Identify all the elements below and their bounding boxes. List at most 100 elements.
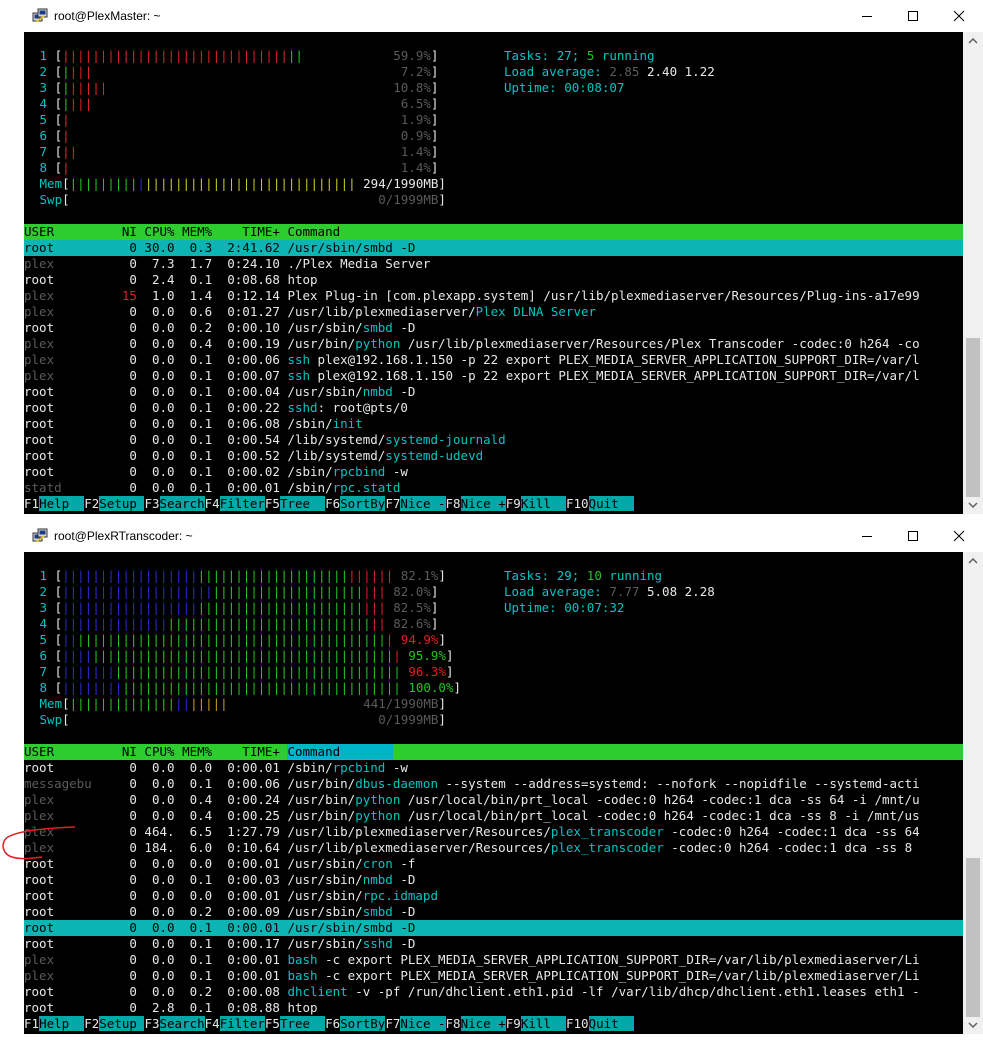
process-row[interactable]: root 0 0.0 0.1 0:00.17 /usr/sbin/sshd -D xyxy=(24,936,415,952)
scrollbar[interactable] xyxy=(963,552,983,1034)
process-row[interactable]: plex 0 0.0 0.4 0:00.24 /usr/bin/python /… xyxy=(24,792,920,808)
column-header-row[interactable]: USER NI CPU% MEM% TIME+ Command xyxy=(24,744,393,760)
fkey-f8[interactable]: F8Nice + xyxy=(446,496,506,511)
process-row[interactable]: root 0 0.0 0.0 0:00.01 /sbin/rpcbind -w xyxy=(24,760,408,776)
tasks-stat: Tasks: 29; 10 running xyxy=(504,568,662,584)
process-command: /usr/bin/ xyxy=(287,776,356,791)
close-button[interactable] xyxy=(936,0,982,32)
process-row[interactable]: plex 0 0.0 0.1 0:00.06 ssh plex@192.168.… xyxy=(24,352,920,368)
close-button[interactable] xyxy=(936,520,982,552)
minimize-button[interactable] xyxy=(844,520,890,552)
process-command: ./Plex Media Server xyxy=(287,256,431,271)
cpu-meter-7: 7 [|| 1.4%] xyxy=(32,144,439,160)
fkey-f9[interactable]: F9Kill xyxy=(506,496,566,511)
maximize-button[interactable] xyxy=(890,0,936,32)
scroll-down-button[interactable] xyxy=(963,1017,983,1034)
meter-bracket: [ xyxy=(54,80,63,95)
process-row[interactable]: root 0 0.0 0.1 0:00.52 /lib/systemd/syst… xyxy=(24,448,483,464)
column-command: Command xyxy=(287,744,341,759)
scrollbar[interactable] xyxy=(963,32,983,514)
fkey-f5[interactable]: F5Tree xyxy=(265,496,326,511)
fkey-label: Setup xyxy=(99,496,145,511)
process-row[interactable]: root 0 2.4 0.1 0:08.68 htop xyxy=(24,272,318,288)
process-time: 0:00.01 xyxy=(212,920,280,935)
cpu-bar-segment: || xyxy=(370,616,386,631)
process-cpu: 184. xyxy=(136,840,175,855)
fkey-f3[interactable]: F3Search xyxy=(144,1016,205,1031)
process-time: 0:00.01 xyxy=(212,952,280,967)
process-row[interactable]: plex 0 0.0 0.6 0:01.27 /usr/lib/plexmedi… xyxy=(24,304,596,320)
cpu-meter-number: 6 xyxy=(32,648,55,663)
process-time: 0:00.10 xyxy=(212,320,280,335)
fkey-f1[interactable]: F1Help xyxy=(24,496,85,511)
fkey-f7[interactable]: F7Nice - xyxy=(385,1016,446,1031)
process-row[interactable]: root 0 0.0 0.1 0:00.01 /usr/sbin/smbd -D xyxy=(24,920,415,936)
process-row[interactable]: plex 0 0.0 0.1 0:00.01 bash -c export PL… xyxy=(24,952,920,968)
process-row[interactable]: root 0 0.0 0.2 0:00.09 /usr/sbin/smbd -D xyxy=(24,904,415,920)
scroll-thumb[interactable] xyxy=(966,858,980,1017)
process-row[interactable]: root 0 2.8 0.1 0:08.88 htop xyxy=(24,1000,318,1016)
title-bar[interactable]: root@PlexMaster: ~ xyxy=(0,0,983,32)
fkey-f2[interactable]: F2Setup xyxy=(84,496,145,511)
fkey-f9[interactable]: F9Kill xyxy=(506,1016,566,1031)
terminal-screen[interactable]: 1 [|||||||||||||||||||||||||||||||| 59.9… xyxy=(24,32,963,514)
process-row[interactable]: root 0 0.0 0.1 0:00.22 sshd: root@pts/0 xyxy=(24,400,408,416)
process-row[interactable]: root 0 0.0 0.1 0:00.54 /lib/systemd/syst… xyxy=(24,432,506,448)
process-cpu: 0.0 xyxy=(136,888,175,903)
meter-bracket: [ xyxy=(54,584,63,599)
process-row[interactable]: root 0 0.0 0.2 0:00.10 /usr/sbin/smbd -D xyxy=(24,320,415,336)
fkey-f6[interactable]: F6SortBy xyxy=(325,1016,386,1031)
process-mem: 6.5 xyxy=(174,824,213,839)
process-row[interactable]: plex 0 0.0 0.1 0:00.07 ssh plex@192.168.… xyxy=(24,368,920,384)
cpu-meter-number: 3 xyxy=(32,600,55,615)
fkey-f1[interactable]: F1Help xyxy=(24,1016,85,1031)
maximize-button[interactable] xyxy=(890,520,936,552)
column-header-row[interactable]: USER NI CPU% MEM% TIME+ Command xyxy=(24,224,340,240)
load-15min: 2.28 xyxy=(684,584,715,599)
fkey-f4[interactable]: F4Filter xyxy=(205,1016,265,1031)
cpu-percent: 82.5% xyxy=(393,600,431,615)
fkey-f2[interactable]: F2Setup xyxy=(84,1016,145,1031)
process-row[interactable]: plex 0 464. 6.5 1:27.79 /usr/lib/plexmed… xyxy=(24,824,920,840)
cpu-bar-segment: | xyxy=(62,80,70,95)
scroll-up-button[interactable] xyxy=(963,552,983,569)
cpu-bar-segment: |||||||||||||| xyxy=(62,616,168,631)
process-ni: 0 xyxy=(99,952,137,967)
scroll-down-button[interactable] xyxy=(963,497,983,514)
fkey-f7[interactable]: F7Nice - xyxy=(385,496,446,511)
process-row[interactable]: plex 0 0.0 0.1 0:00.01 bash -c export PL… xyxy=(24,968,920,984)
fkey-f10[interactable]: F10Quit xyxy=(566,496,634,511)
process-row[interactable]: root 0 30.0 0.3 2:41.62 /usr/sbin/smbd -… xyxy=(24,240,415,256)
process-row[interactable]: root 0 0.0 0.1 0:00.03 /usr/sbin/nmbd -D xyxy=(24,872,415,888)
process-row[interactable]: root 0 0.0 0.1 0:06.08 /sbin/init xyxy=(24,416,363,432)
fkey-f5[interactable]: F5Tree xyxy=(265,1016,326,1031)
process-time: 0:00.06 xyxy=(212,352,280,367)
function-key-bar: F1Help F2Setup F3SearchF4FilterF5Tree F6… xyxy=(24,1016,963,1032)
terminal-screen[interactable]: 1 [|||||||||||||||||||||||||||||||||||||… xyxy=(24,552,963,1034)
process-row[interactable]: plex 0 0.0 0.4 0:00.25 /usr/bin/python /… xyxy=(24,808,920,824)
process-row[interactable]: root 0 0.0 0.2 0:00.08 dhclient -v -pf /… xyxy=(24,984,920,1000)
process-row[interactable]: plex 0 184. 6.0 0:10.64 /usr/lib/plexmed… xyxy=(24,840,912,856)
fkey-label: Filter xyxy=(219,496,265,511)
process-row[interactable]: statd 0 0.0 0.1 0:00.01 /sbin/rpc.statd xyxy=(24,480,400,496)
minimize-button[interactable] xyxy=(844,0,890,32)
scroll-thumb[interactable] xyxy=(966,338,980,497)
process-row[interactable]: root 0 0.0 0.1 0:00.02 /sbin/rpcbind -w xyxy=(24,464,408,480)
process-row[interactable]: root 0 0.0 0.1 0:00.04 /usr/sbin/nmbd -D xyxy=(24,384,415,400)
title-bar[interactable]: root@PlexRTranscoder: ~ xyxy=(0,520,983,552)
process-row[interactable]: plex 0 7.3 1.7 0:24.10 ./Plex Media Serv… xyxy=(24,256,430,272)
fkey-f6[interactable]: F6SortBy xyxy=(325,496,386,511)
process-time: 0:00.07 xyxy=(212,368,280,383)
fkey-f4[interactable]: F4Filter xyxy=(205,496,265,511)
scroll-up-button[interactable] xyxy=(963,32,983,49)
process-row[interactable]: root 0 0.0 0.0 0:00.01 /usr/sbin/rpc.idm… xyxy=(24,888,438,904)
fkey-f3[interactable]: F3Search xyxy=(144,496,205,511)
fkey-f10[interactable]: F10Quit xyxy=(566,1016,634,1031)
process-row[interactable]: plex 15 1.0 1.4 0:12.14 Plex Plug-in [co… xyxy=(24,288,920,304)
cpu-percent: 6.5% xyxy=(400,96,431,111)
process-row[interactable]: plex 0 0.0 0.4 0:00.19 /usr/bin/python /… xyxy=(24,336,920,352)
meter-padding xyxy=(92,64,401,79)
cpu-meter-2: 2 [|||||||||||||||||||||||||||||||||||||… xyxy=(32,584,439,600)
process-row[interactable]: messagebu 0 0.0 0.1 0:00.06 /usr/bin/dbu… xyxy=(24,776,920,792)
fkey-f8[interactable]: F8Nice + xyxy=(446,1016,506,1031)
